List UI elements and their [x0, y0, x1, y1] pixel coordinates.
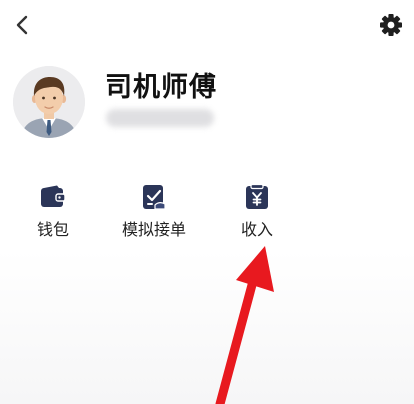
annotation-arrow — [215, 246, 274, 404]
